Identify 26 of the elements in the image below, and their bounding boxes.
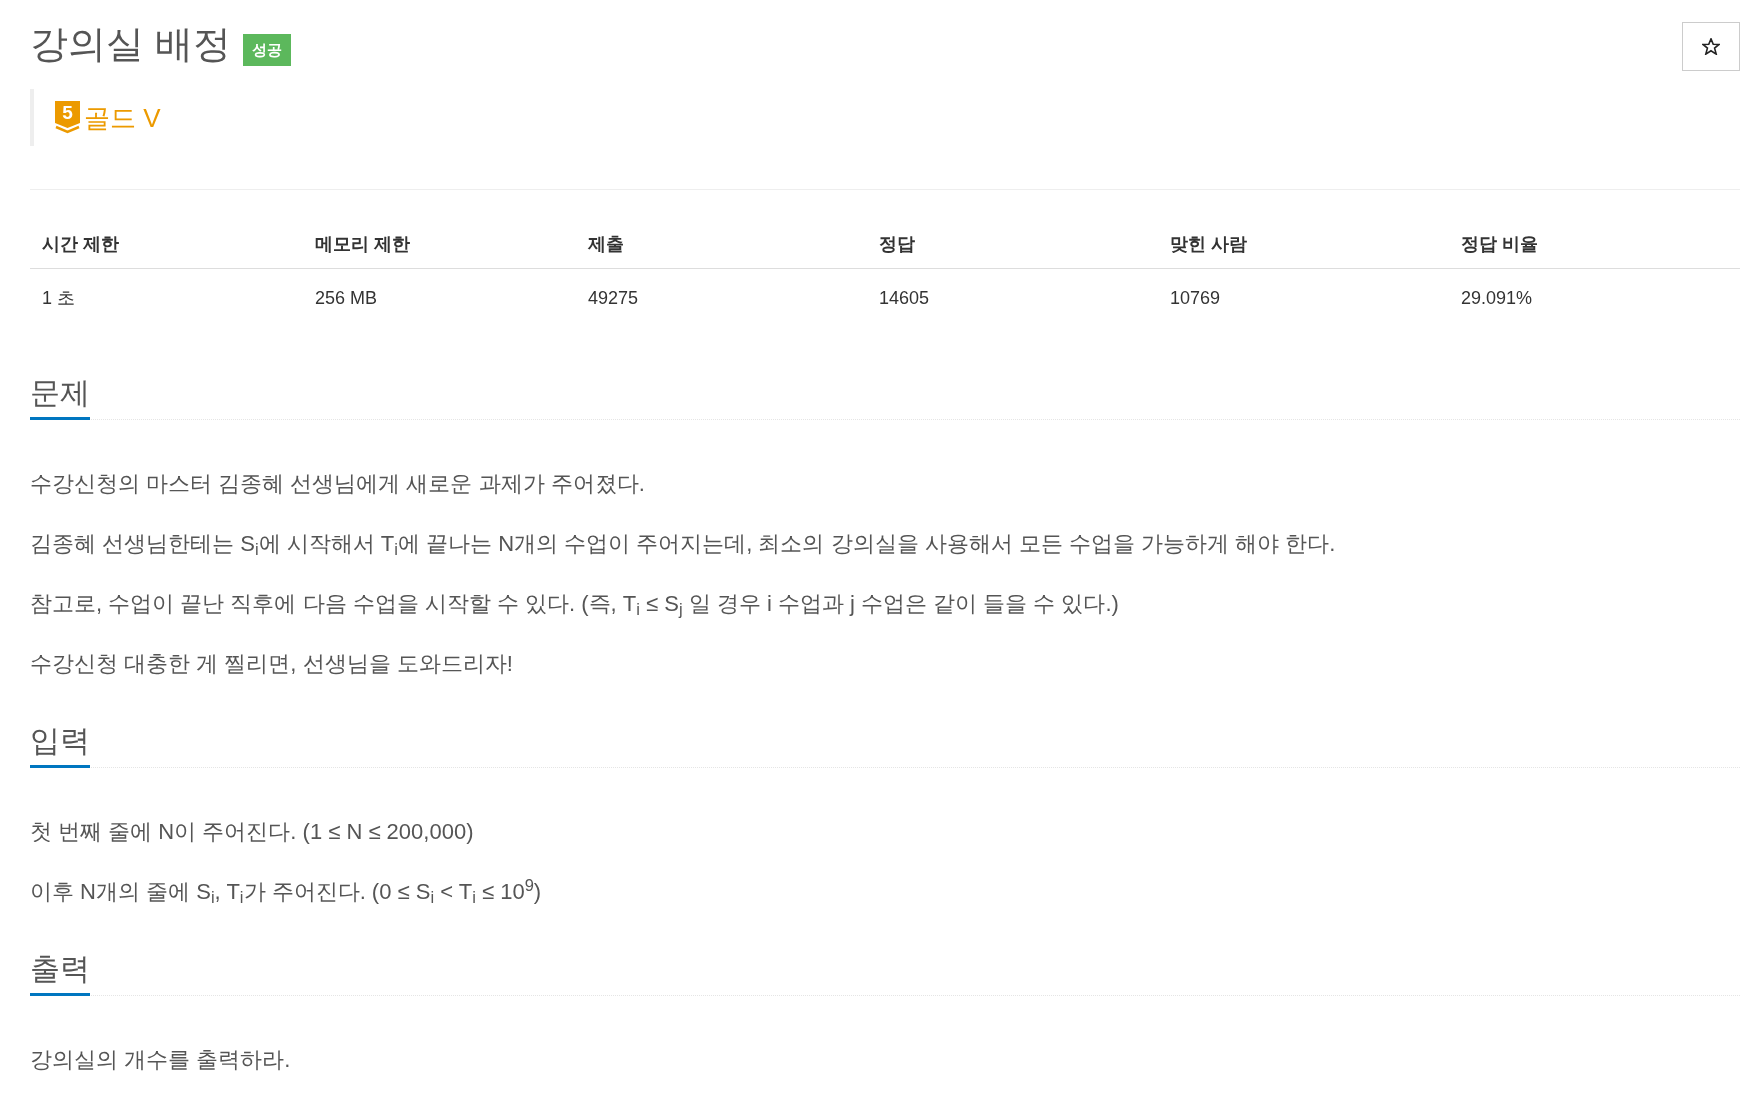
column-header: 정답 비율	[1449, 232, 1740, 269]
paragraph: 수강신청의 마스터 김종혜 선생님에게 새로운 과제가 주어졌다.	[30, 470, 646, 498]
table-cell: 10769	[1158, 268, 1449, 320]
column-header: 시간 제한	[30, 232, 303, 269]
bookmark-button[interactable]	[1682, 22, 1740, 71]
result-badge: 성공	[242, 34, 291, 66]
column-header: 맞힌 사람	[1158, 232, 1449, 269]
paragraph: 이후 N개의 줄에 S$_{i}$, T$_{i}$가 주어진다. (0 ≤ S$_{i}$ < T$_{i}$ ≤ 10$^{9}$)	[30, 874, 543, 909]
paragraph: 참고로, 수업이 끝난 직후에 다음 수업을 시작할 수 있다. (즉, T$_{i}$ ≤ S$_{j}$ 일 경우 i 수업과 j 수업은 같이 들을 수 있다.)	[30, 590, 1120, 621]
problem-title: 강의실 배정	[30, 22, 231, 67]
table-cell: 14605	[867, 268, 1158, 320]
section-heading: 입력	[30, 721, 90, 768]
paragraph: 강의실의 개수를 출력하라.	[30, 1046, 292, 1074]
table-cell: 256 MB	[303, 268, 576, 320]
table-cell: 1 초	[30, 268, 303, 320]
tier-label: 골드 V	[84, 101, 161, 134]
column-header: 정답	[867, 232, 1158, 269]
section-heading: 문제	[30, 373, 90, 420]
paragraph: 첫 번째 줄에 N이 주어진다. (1 ≤ N ≤ 200,000)	[30, 818, 475, 846]
column-header: 메모리 제한	[303, 232, 576, 269]
paragraph: 김종혜 선생님한테는 S$_{i}$에 시작해서 T$_{i}$에 끝나는 N개의 수업이 주어지는데, 최소의 강의실을 사용해서 모든 수업을 가능하게 해야 한다.	[30, 530, 1337, 561]
section-heading: 출력	[30, 949, 90, 996]
table-cell: 49275	[576, 268, 867, 320]
table-cell: 29.091%	[1449, 268, 1740, 320]
column-header: 제출	[576, 232, 867, 269]
paragraph: 수강신청 대충한 게 찔리면, 선생님을 도와드리자!	[30, 650, 514, 678]
